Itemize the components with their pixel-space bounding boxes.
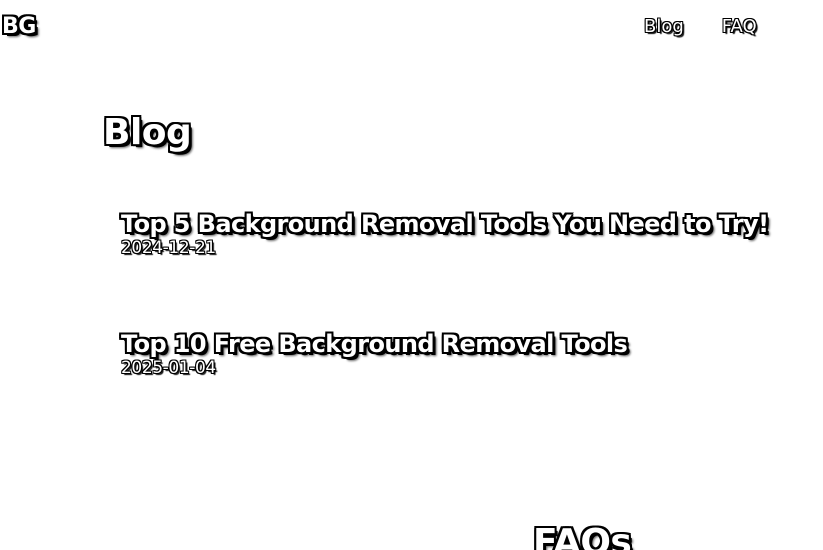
faq-heading: FAQs <box>533 522 632 550</box>
page: BG Blog FAQ Blog Top 5 Background Remova… <box>0 0 823 550</box>
blog-heading: Blog <box>103 112 192 153</box>
nav-link-faq[interactable]: FAQ <box>722 16 757 37</box>
blog-post-date: 2025-01-04 <box>121 358 216 378</box>
blog-post-item: Top 10 Free Background Removal Tools 202… <box>121 330 628 378</box>
blog-post-title-link[interactable]: Top 5 Background Removal Tools You Need … <box>121 210 769 238</box>
site-logo[interactable]: BG <box>2 14 36 39</box>
nav-link-blog[interactable]: Blog <box>644 16 684 37</box>
blog-post-item: Top 5 Background Removal Tools You Need … <box>121 210 769 258</box>
blog-post-title-link[interactable]: Top 10 Free Background Removal Tools <box>121 330 628 358</box>
blog-post-date: 2024-12-21 <box>121 238 216 258</box>
top-nav: Blog FAQ <box>644 16 757 37</box>
